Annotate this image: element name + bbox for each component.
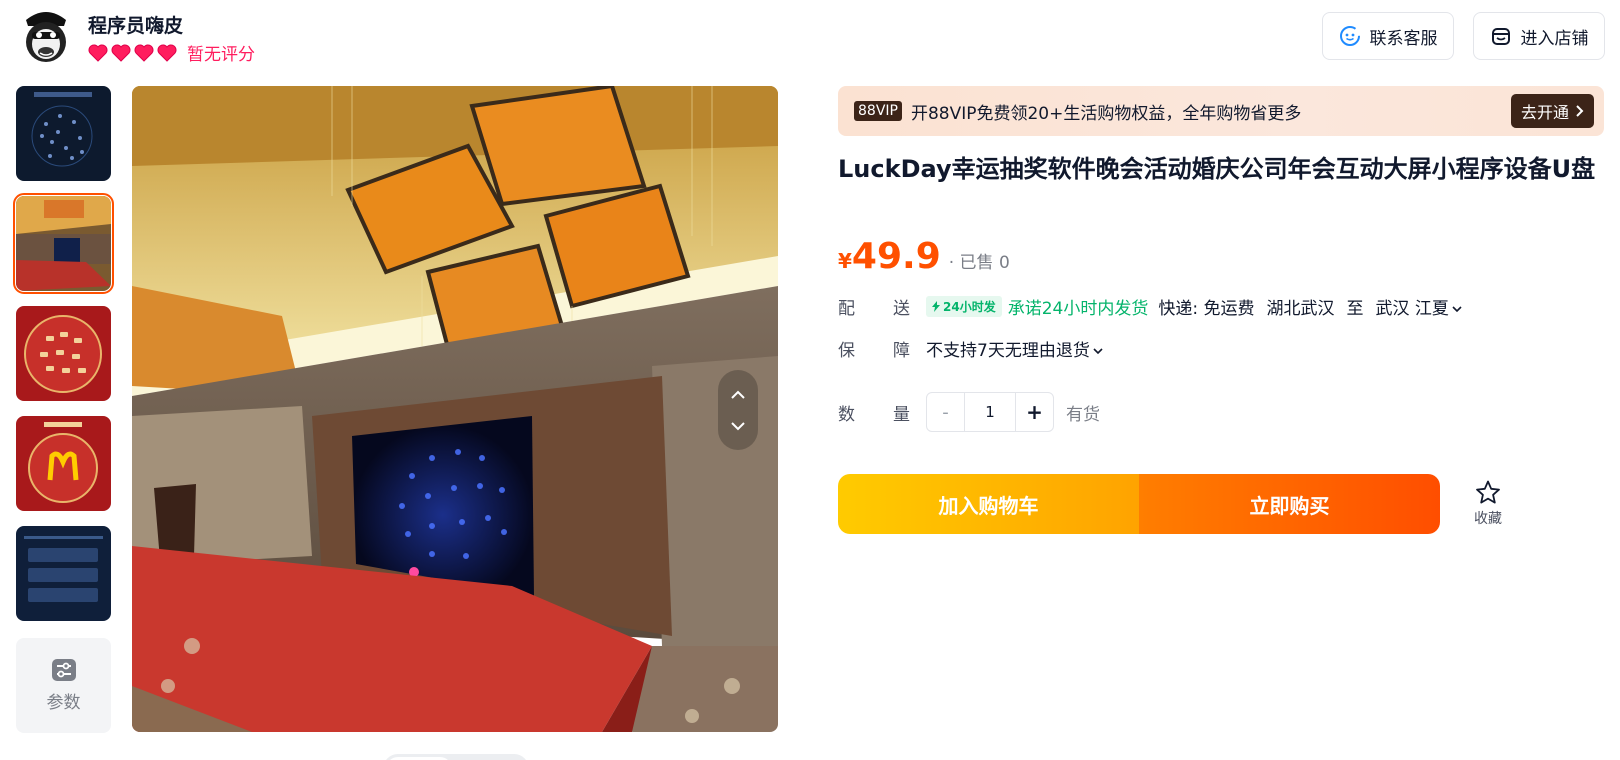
shipping-promise: 承诺24小时内发货 [1007,299,1149,319]
star-icon [1476,480,1500,504]
guarantee-value[interactable]: 不支持7天无理由退货 [926,336,1103,361]
increase-button[interactable]: + [1015,393,1053,431]
sold-count: · 已售 0 [948,253,1010,273]
24h-shipping-tag: 24小时发 [926,296,1002,317]
sliders-icon [51,659,76,681]
thumbnail-5[interactable] [16,526,111,621]
ship-to: 武汉 江夏 [1375,299,1449,319]
chevron-up-icon[interactable] [726,382,750,406]
thumbnail-1[interactable] [16,86,111,181]
guarantee-key-2: 障 [893,341,910,361]
image-pager [718,370,758,450]
shop-name[interactable]: 程序员嗨皮 [88,11,183,38]
24h-tag-label: 24小时发 [943,300,996,314]
stock-status: 有货 [1066,404,1100,425]
chevron-down-icon[interactable] [726,414,750,438]
shipping-info[interactable]: 快递: 免运费 湖北武汉至武汉 江夏 [1158,294,1462,319]
quantity-key-2: 量 [893,404,910,425]
quantity-input[interactable]: 1 [965,393,1015,431]
contact-service-label: 联系客服 [1369,28,1438,49]
delivery-row: 配 送 24小时发 承诺24小时内发货 快递: 免运费 湖北武汉至武汉 江夏 [838,294,1462,319]
lightning-icon [932,301,940,312]
shop-avatar[interactable] [20,6,72,64]
favorite-button[interactable]: 收藏 [1466,480,1510,528]
chevron-right-icon [1576,105,1584,117]
heart-icon [157,44,177,62]
favorite-label: 收藏 [1474,511,1502,527]
bottom-tab-pill[interactable] [383,754,529,760]
vip-promo-bar: 88VIP 开88VIP免费领20+生活购物权益，全年购物省更多 去开通 [838,86,1604,136]
purchase-buttons: 加入购物车 立即购买 [838,474,1440,534]
vip-text: 开88VIP免费领20+生活购物权益，全年购物省更多 [910,103,1302,124]
parameters-label: 参数 [46,693,81,713]
chevron-down-icon [1452,305,1462,312]
customer-service-icon [1339,26,1360,46]
thumbnail-3[interactable] [16,306,111,401]
vip-button-label: 去开通 [1520,103,1569,122]
enter-shop-label: 进入店铺 [1520,28,1589,49]
enter-shop-button[interactable]: 进入店铺 [1473,12,1605,60]
parameters-button[interactable]: 参数 [16,638,111,733]
vip-activate-button[interactable]: 去开通 [1510,94,1594,128]
heart-icon [88,44,108,62]
decrease-button[interactable]: - [927,393,965,431]
quantity-row: 数 量 - 1 + 有货 [838,392,1100,432]
product-title: LuckDay幸运抽奖软件晚会活动婚庆公司年会互动大屏小程序设备U盘 [838,155,1596,183]
rating-text: 暂无评分 [187,45,255,65]
shop-icon [1491,28,1510,45]
delivery-key-1: 配 [838,299,855,319]
ship-from: 湖北武汉 [1266,299,1335,319]
vip-badge: 88VIP [854,101,902,121]
courier-fee: 快递: 免运费 [1158,299,1255,319]
heart-icon [134,44,154,62]
thumbnail-4[interactable] [16,416,111,511]
guarantee-key: 保 障 [838,336,926,361]
guarantee-row: 保 障 不支持7天无理由退货 [838,336,1103,361]
heart-icon [111,44,131,62]
price-block: ¥ 49.9 · 已售 0 [838,236,1010,277]
contact-service-button[interactable]: 联系客服 [1322,12,1454,60]
delivery-key-2: 送 [893,299,910,319]
guarantee-key-1: 保 [838,341,855,361]
shop-rating: 暂无评分 [88,40,255,65]
quantity-stepper: - 1 + [926,392,1054,432]
quantity-key: 数 量 [838,400,926,425]
chevron-down-icon [1093,347,1103,354]
thumbnail-2[interactable] [13,193,114,294]
quantity-key-1: 数 [838,404,855,425]
add-to-cart-button[interactable]: 加入购物车 [838,474,1139,534]
guarantee-text: 不支持7天无理由退货 [926,341,1090,361]
buy-now-button[interactable]: 立即购买 [1139,474,1440,534]
ship-to-word: 至 [1346,299,1364,319]
delivery-key: 配 送 [838,294,926,319]
price-value: 49.9 [851,236,941,277]
main-product-image[interactable] [132,86,778,732]
price-currency: ¥ [838,249,852,273]
